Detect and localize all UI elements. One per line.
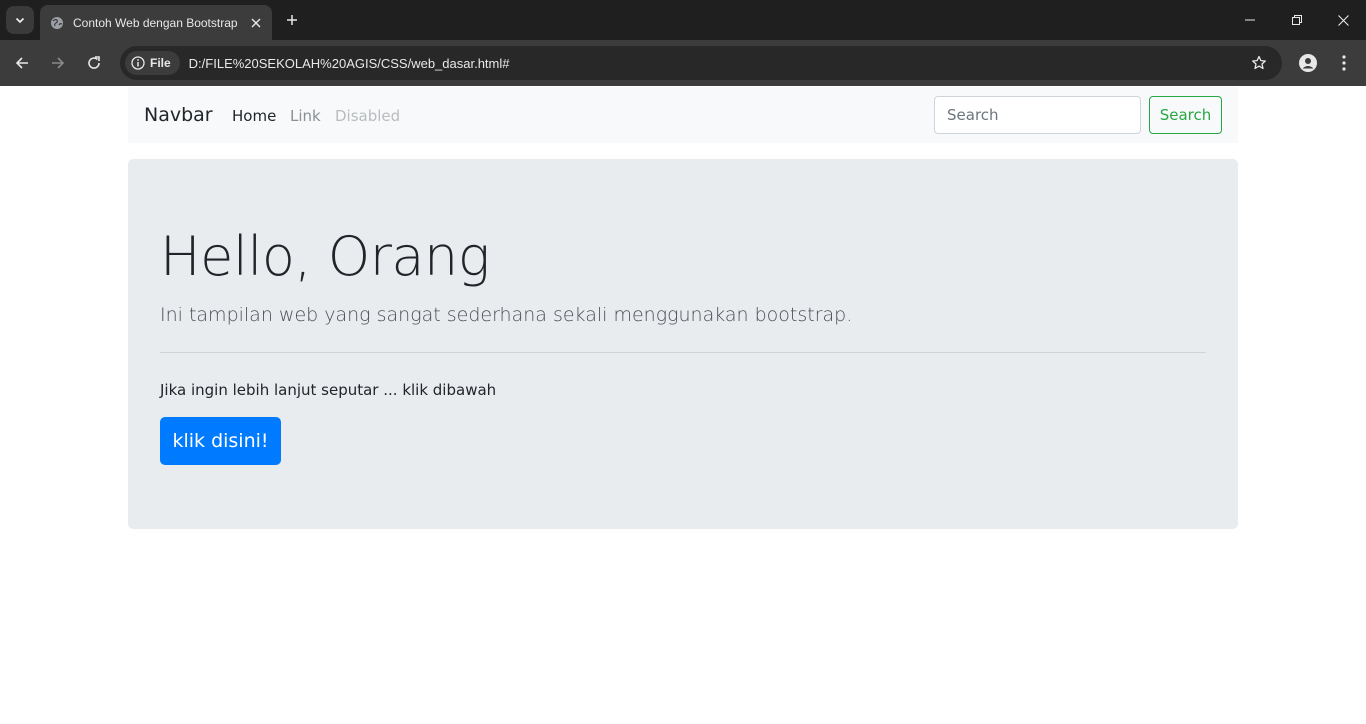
chevron-down-icon <box>15 17 25 24</box>
cta-button[interactable]: klik disini! <box>160 417 281 465</box>
web-page: Navbar Home Link Disabled Search Hello, … <box>0 86 1366 724</box>
browser-toolbar: File D:/FILE%20SEKOLAH%20AGIS/CSS/web_da… <box>0 40 1366 86</box>
back-button[interactable] <box>8 49 36 77</box>
restore-icon <box>1292 15 1302 25</box>
browser-tabstrip: Contoh Web dengan Bootstrap <box>0 0 1366 40</box>
close-tab-icon[interactable] <box>246 13 266 33</box>
jumbotron: Hello, Orang Ini tampilan web yang sanga… <box>128 159 1238 529</box>
restore-button[interactable] <box>1285 8 1309 32</box>
lead-text: Ini tampilan web yang sangat sederhana s… <box>160 304 853 326</box>
url-text[interactable]: D:/FILE%20SEKOLAH%20AGIS/CSS/web_dasar.h… <box>189 56 1246 71</box>
arrow-left-icon <box>15 57 28 69</box>
more-vertical-icon <box>1342 55 1346 71</box>
page-title: Hello, Orang <box>160 225 490 288</box>
forward-button[interactable] <box>44 49 72 77</box>
navbar-brand[interactable]: Navbar <box>144 104 213 126</box>
new-tab-button[interactable] <box>280 8 304 32</box>
address-bar[interactable]: File D:/FILE%20SEKOLAH%20AGIS/CSS/web_da… <box>120 46 1282 80</box>
body-text: Jika ingin lebih lanjut seputar ... klik… <box>160 381 497 399</box>
menu-button[interactable] <box>1330 49 1358 77</box>
globe-icon <box>50 16 64 30</box>
tab-search-button[interactable] <box>6 6 34 34</box>
search-input[interactable] <box>934 96 1141 134</box>
close-icon <box>1337 14 1349 26</box>
browser-tab[interactable]: Contoh Web dengan Bootstrap <box>40 5 272 40</box>
reload-button[interactable] <box>80 49 108 77</box>
minimize-icon <box>1245 19 1255 21</box>
tab-title: Contoh Web dengan Bootstrap <box>73 15 238 30</box>
profile-avatar-icon <box>1299 54 1317 72</box>
nav-link-disabled: Disabled <box>335 107 401 125</box>
close-window-button[interactable] <box>1331 8 1355 32</box>
info-icon <box>131 56 145 70</box>
search-button[interactable]: Search <box>1149 96 1222 134</box>
site-info-label: File <box>150 56 171 70</box>
bookmark-star-icon[interactable] <box>1246 50 1272 76</box>
profile-button[interactable] <box>1294 49 1322 77</box>
plus-icon <box>287 15 297 25</box>
site-navbar: Navbar Home Link Disabled Search <box>128 87 1238 143</box>
divider <box>160 352 1206 353</box>
arrow-right-icon <box>52 57 65 69</box>
nav-link-link[interactable]: Link <box>290 107 321 125</box>
minimize-button[interactable] <box>1238 8 1262 32</box>
nav-link-home[interactable]: Home <box>232 107 276 125</box>
site-info-chip[interactable]: File <box>125 51 180 75</box>
reload-icon <box>88 56 100 69</box>
